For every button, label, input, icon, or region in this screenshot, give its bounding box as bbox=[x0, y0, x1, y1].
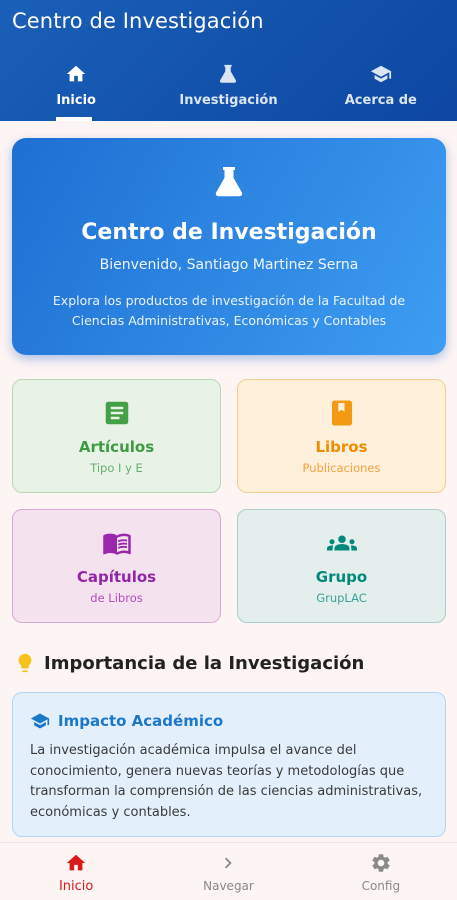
top-tabs: Inicio Investigación Acerca de bbox=[0, 58, 457, 121]
card-title: Artículos bbox=[78, 438, 155, 456]
section-title: Importancia de la Investigación bbox=[44, 652, 365, 674]
active-tab-indicator bbox=[56, 117, 92, 121]
libros-card[interactable]: Libros Publicaciones bbox=[237, 379, 446, 493]
impact-card-header: Impacto Académico bbox=[30, 711, 223, 731]
tab-label: Inicio bbox=[56, 93, 96, 108]
bottom-navigation: Inicio Navegar Config bbox=[0, 842, 457, 900]
welcome-message: Bienvenido, Santiago Martinez Serna bbox=[99, 257, 359, 273]
impact-card: Impacto Académico La investigación acadé… bbox=[12, 692, 446, 837]
app-title: Centro de Investigación bbox=[12, 9, 264, 33]
lightbulb-icon bbox=[18, 653, 32, 673]
article-icon bbox=[105, 401, 128, 425]
tab-inicio[interactable]: Inicio bbox=[0, 58, 152, 121]
nav-label: Inicio bbox=[58, 879, 94, 894]
card-subtitle: Tipo I y E bbox=[90, 461, 143, 475]
group-icon bbox=[326, 535, 357, 551]
card-subtitle: GrupLAC bbox=[316, 591, 367, 605]
chevron-right-icon bbox=[225, 857, 233, 869]
hero-description: Explora los productos de investigación d… bbox=[52, 293, 406, 328]
card-title: Grupo bbox=[315, 568, 368, 586]
card-subtitle: Publicaciones bbox=[302, 461, 381, 475]
nav-config[interactable]: Config bbox=[305, 843, 457, 900]
nav-navegar[interactable]: Navegar bbox=[152, 843, 304, 900]
card-subtitle: de Libros bbox=[90, 591, 143, 605]
impact-card-title: Impacto Académico bbox=[58, 712, 224, 730]
home-icon bbox=[66, 65, 86, 82]
grupo-card[interactable]: Grupo GrupLAC bbox=[237, 509, 446, 623]
card-title: Libros bbox=[315, 438, 368, 456]
home-icon bbox=[66, 854, 86, 871]
tab-label: Investigación bbox=[179, 93, 278, 108]
open-book-icon bbox=[102, 533, 131, 555]
graduation-cap-icon bbox=[370, 65, 391, 83]
impact-card-text: La investigación académica impulsa el av… bbox=[30, 743, 423, 820]
articulos-card[interactable]: Artículos Tipo I y E bbox=[12, 379, 221, 493]
book-icon bbox=[331, 400, 352, 426]
tab-label: Acerca de bbox=[344, 93, 417, 108]
capitulos-card[interactable]: Capítulos de Libros bbox=[12, 509, 221, 623]
hero-card: Centro de Investigación Bienvenido, Sant… bbox=[12, 138, 446, 355]
gear-icon bbox=[372, 854, 390, 872]
app-bar: Centro de Investigación Inicio Investiga… bbox=[0, 0, 457, 121]
hero-title: Centro de Investigación bbox=[81, 220, 377, 245]
flask-icon bbox=[215, 167, 243, 197]
nav-label: Config bbox=[361, 879, 401, 893]
card-title: Capítulos bbox=[76, 568, 157, 586]
tab-acerca-de[interactable]: Acerca de bbox=[305, 58, 457, 121]
tab-investigacion[interactable]: Investigación bbox=[152, 58, 304, 121]
importance-section-header: Importancia de la Investigación bbox=[14, 649, 364, 677]
nav-label: Navegar bbox=[203, 879, 254, 893]
nav-inicio[interactable]: Inicio bbox=[0, 843, 152, 900]
flask-icon bbox=[220, 64, 237, 83]
graduation-cap-icon bbox=[30, 713, 50, 729]
